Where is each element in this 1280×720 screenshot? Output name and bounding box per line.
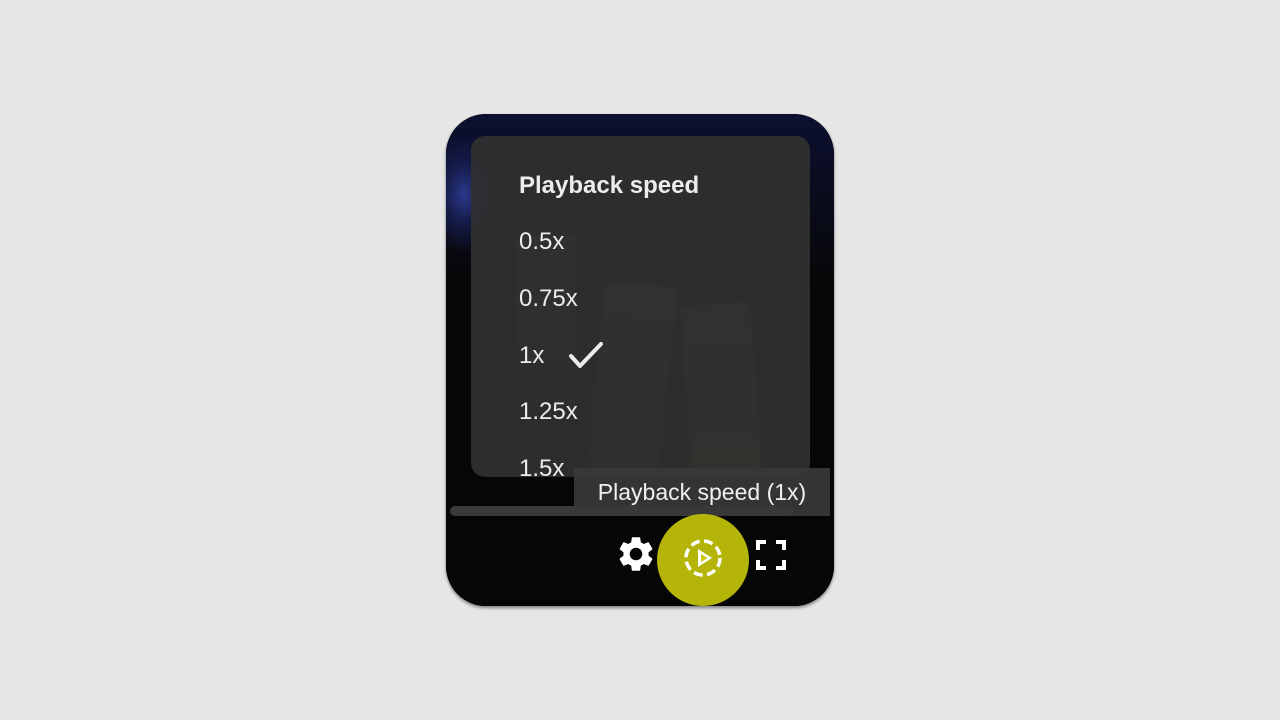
- speed-option-1-25x[interactable]: 1.25x: [519, 392, 779, 432]
- speed-option-label: 1.5x: [519, 455, 565, 482]
- playback-speed-icon: [681, 536, 725, 585]
- menu-title: Playback speed: [519, 172, 700, 199]
- speed-tooltip: Playback speed (1x): [574, 468, 830, 516]
- speed-option-0-5x[interactable]: 0.5x: [519, 222, 779, 262]
- fullscreen-icon: [755, 539, 787, 576]
- tooltip-text: Playback speed (1x): [597, 478, 807, 505]
- speed-option-label: 1.25x: [519, 398, 578, 425]
- playback-speed-button[interactable]: [657, 514, 749, 606]
- gear-icon: [615, 533, 657, 580]
- speed-option-1x[interactable]: 1x: [519, 336, 779, 376]
- settings-button[interactable]: [614, 534, 658, 578]
- speed-option-label: 0.75x: [519, 285, 578, 312]
- checkmark-icon: [568, 341, 604, 371]
- page: Playback speed 0.5x 0.75x 1x 1.25x 1.5x: [0, 0, 1280, 720]
- speed-option-label: 1x: [519, 342, 545, 369]
- fullscreen-button[interactable]: [752, 538, 790, 576]
- video-player: Playback speed 0.5x 0.75x 1x 1.25x 1.5x: [446, 114, 834, 606]
- speed-option-label: 0.5x: [519, 228, 565, 255]
- speed-option-0-75x[interactable]: 0.75x: [519, 279, 779, 319]
- playback-speed-menu: Playback speed 0.5x 0.75x 1x 1.25x 1.5x: [471, 136, 810, 482]
